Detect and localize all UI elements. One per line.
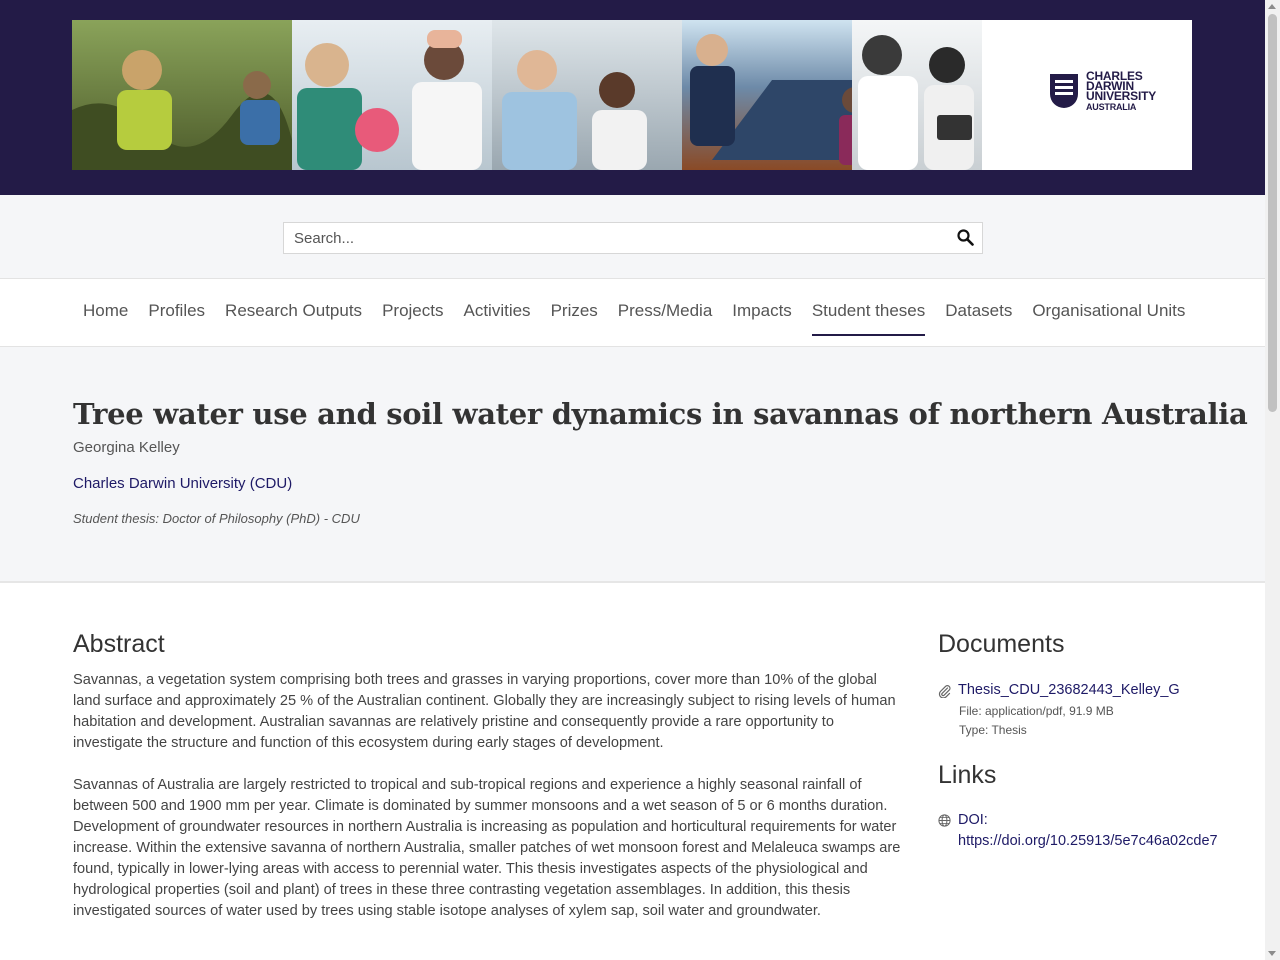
search-bar xyxy=(0,195,1265,279)
document-file-meta: File: application/pdf, 91.9 MB xyxy=(959,704,1114,718)
thesis-type: Student thesis: Doctor of Philosophy (Ph… xyxy=(73,511,360,526)
search-button[interactable] xyxy=(948,223,982,253)
doi-label[interactable]: DOI: xyxy=(958,810,988,831)
paperclip-icon xyxy=(938,685,951,698)
document-file-type: Type: Thesis xyxy=(959,723,1027,737)
doi-url-link[interactable]: https://doi.org/10.25913/5e7c46a02cde7 xyxy=(958,831,1218,852)
nav-item-research-outputs[interactable]: Research Outputs xyxy=(215,279,372,346)
globe-icon xyxy=(938,814,951,827)
nav-item-home[interactable]: Home xyxy=(73,279,138,346)
abstract-heading: Abstract xyxy=(73,630,165,658)
search-box xyxy=(283,222,983,254)
main-nav: Home Profiles Research Outputs Projects … xyxy=(0,279,1265,347)
nav-item-profiles[interactable]: Profiles xyxy=(138,279,215,346)
document-file-link[interactable]: Thesis_CDU_23682443_Kelley_G xyxy=(958,682,1180,698)
nav-item-impacts[interactable]: Impacts xyxy=(722,279,802,346)
search-input[interactable] xyxy=(284,223,944,253)
nav-item-student-theses[interactable]: Student theses xyxy=(802,279,935,346)
page-title: Tree water use and soil water dynamics i… xyxy=(73,397,1248,431)
nav-item-press-media[interactable]: Press/Media xyxy=(608,279,722,346)
abstract-paragraph-2: Savannas of Australia are largely restri… xyxy=(73,777,901,919)
scroll-down-arrow-icon[interactable] xyxy=(1268,951,1276,956)
scroll-up-arrow-icon[interactable] xyxy=(1268,4,1276,9)
nav-item-organisational-units[interactable]: Organisational Units xyxy=(1022,279,1195,346)
author-name: Georgina Kelley xyxy=(73,439,180,456)
abstract-paragraph-1: Savannas, a vegetation system comprising… xyxy=(73,672,896,751)
nav-item-datasets[interactable]: Datasets xyxy=(935,279,1022,346)
banner: CHARLES DARWIN UNIVERSITY AUSTRALIA xyxy=(72,20,1192,170)
scroll-thumb[interactable] xyxy=(1268,14,1277,412)
nav-item-prizes[interactable]: Prizes xyxy=(541,279,608,346)
nav-list: Home Profiles Research Outputs Projects … xyxy=(73,279,1195,346)
abstract-body: Savannas, a vegetation system comprising… xyxy=(73,670,903,943)
site-header: CHARLES DARWIN UNIVERSITY AUSTRALIA xyxy=(0,0,1265,195)
thesis-header: Tree water use and soil water dynamics i… xyxy=(0,347,1265,583)
organisation-link[interactable]: Charles Darwin University (CDU) xyxy=(73,475,292,492)
banner-photo-strip xyxy=(72,20,982,170)
links-heading: Links xyxy=(938,761,997,789)
cdu-logo[interactable]: CHARLES DARWIN UNIVERSITY AUSTRALIA xyxy=(1050,68,1175,122)
scrollbar[interactable] xyxy=(1265,0,1280,960)
logo-line-4: AUSTRALIA xyxy=(1086,102,1137,112)
nav-item-activities[interactable]: Activities xyxy=(453,279,540,346)
search-icon xyxy=(957,229,974,246)
nav-item-projects[interactable]: Projects xyxy=(372,279,453,346)
documents-heading: Documents xyxy=(938,630,1065,658)
logo-shield-icon xyxy=(1050,74,1078,108)
logo-line-3: UNIVERSITY xyxy=(1086,89,1157,103)
